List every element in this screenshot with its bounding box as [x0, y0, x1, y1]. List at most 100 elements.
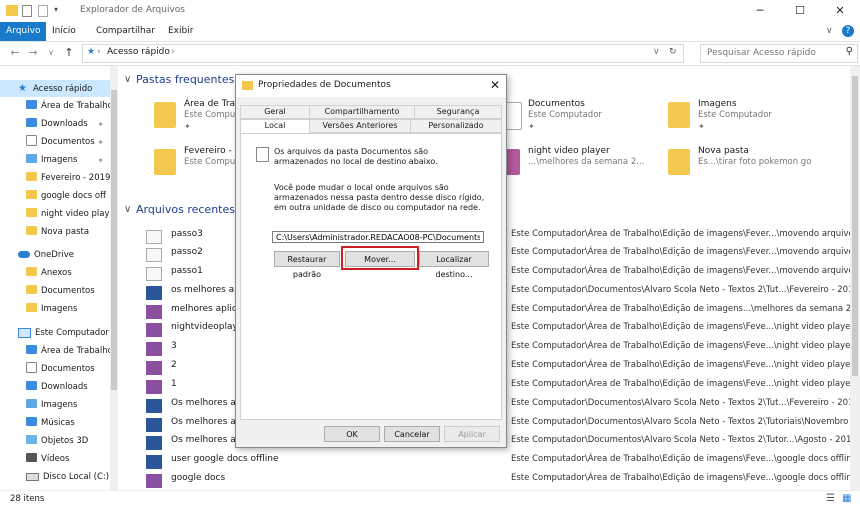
tab-versoes-anteriores[interactable]: Versões Anteriores: [309, 119, 411, 133]
tab-compartilhar[interactable]: Compartilhar: [96, 22, 155, 41]
nav-item-area-de-trabalho[interactable]: Área de Trabalho ✦: [0, 98, 118, 115]
search-box[interactable]: ⚲: [700, 44, 858, 63]
image-icon: [146, 323, 162, 337]
nav-item-fevereiro[interactable]: Fevereiro - 2019: [0, 170, 118, 187]
folder-icon: [26, 190, 37, 199]
nav-item-documentos[interactable]: Documentos ✦: [0, 134, 118, 151]
tab-compartilhamento[interactable]: Compartilhamento: [309, 105, 415, 119]
recent-files-header[interactable]: Arquivos recentes (2: [136, 203, 250, 216]
location-path-field[interactable]: [272, 231, 484, 243]
pin-icon: ✦: [97, 138, 104, 147]
nav-item-imagens[interactable]: Imagens ✦: [0, 152, 118, 169]
content-scrollbar-thumb[interactable]: [852, 76, 858, 376]
image-icon: [146, 305, 162, 319]
image-icon: [146, 474, 162, 488]
documents-icon: [256, 147, 269, 162]
highlight-box: [341, 246, 419, 270]
pin-icon: ✦: [698, 122, 705, 131]
navigation-pane: ★ Acesso rápido Área de Trabalho ✦ Downloa…: [0, 66, 118, 490]
new-folder-icon[interactable]: [38, 5, 48, 17]
download-icon: [26, 118, 37, 127]
nav-item-nova-pasta[interactable]: Nova pasta: [0, 224, 118, 241]
nav-item-acesso-rapido[interactable]: ★ Acesso rápido: [0, 80, 118, 97]
up-arrow-icon[interactable]: ↑: [62, 45, 76, 61]
music-icon: [26, 417, 37, 426]
download-icon: [26, 381, 37, 390]
nav-item-videos[interactable]: Vídeos: [0, 451, 118, 468]
frequent-item[interactable]: Nova pasta Es...\tirar foto pokemon go: [668, 145, 828, 185]
close-button[interactable]: ✕: [820, 0, 860, 22]
nav-item-pc-downloads[interactable]: Downloads: [0, 379, 118, 396]
pin-icon: ✦: [97, 156, 104, 165]
search-input[interactable]: [705, 47, 839, 59]
breadcrumb-chevron-icon[interactable]: ›: [97, 47, 101, 57]
window-title: Explorador de Arquivos: [80, 5, 185, 15]
tab-arquivo[interactable]: Arquivo: [0, 22, 47, 41]
nav-item-google-docs-offline[interactable]: google docs off: [0, 188, 118, 205]
properties-icon[interactable]: [22, 5, 32, 17]
expand-ribbon-icon[interactable]: ∨: [826, 22, 833, 41]
nav-item-anexos[interactable]: Anexos: [0, 265, 118, 282]
apply-button[interactable]: Aplicar: [444, 426, 500, 442]
tab-inicio[interactable]: Início: [52, 22, 76, 41]
frequent-item[interactable]: night video player ...\melhores da seman…: [498, 145, 658, 185]
address-bar[interactable]: ★ › Acesso rápido › ∨ ↻: [82, 44, 684, 63]
computer-icon: [18, 327, 31, 338]
nav-item-musicas[interactable]: Músicas: [0, 415, 118, 432]
tab-exibir[interactable]: Exibir: [168, 22, 193, 41]
location-description-text: Você pode mudar o local onde arquivos sã…: [274, 183, 485, 212]
pin-icon: ✦: [528, 122, 535, 131]
content-scrollbar[interactable]: [850, 66, 860, 490]
breadcrumb-acesso-rapido[interactable]: Acesso rápido: [107, 47, 170, 57]
breadcrumb-chevron-icon[interactable]: ›: [171, 47, 175, 57]
pictures-icon: [26, 154, 37, 163]
refresh-icon[interactable]: ↻: [669, 47, 677, 57]
tab-personalizado[interactable]: Personalizado: [410, 119, 502, 133]
frequent-item[interactable]: Imagens Este Computador ✦: [668, 98, 828, 138]
tiles-view-icon[interactable]: ▦: [842, 493, 851, 504]
table-row[interactable]: user google docs offline Este Computador\…: [146, 452, 857, 469]
nav-item-pc-documentos[interactable]: Documentos: [0, 361, 118, 378]
tab-local[interactable]: Local: [240, 119, 310, 133]
word-icon: [146, 286, 162, 300]
address-dropdown-icon[interactable]: ∨: [653, 47, 660, 57]
table-row[interactable]: google docs Este Computador\Área de Traba…: [146, 471, 857, 488]
nav-item-onedrive-imagens[interactable]: Imagens: [0, 301, 118, 318]
restore-default-button[interactable]: Restaurar padrão: [274, 251, 340, 279]
find-target-button[interactable]: Localizar destino...: [419, 251, 489, 279]
folder-icon: [26, 267, 37, 276]
details-view-icon[interactable]: ☰: [826, 493, 835, 504]
collapse-frequent-icon[interactable]: ∨: [124, 74, 131, 85]
nav-item-onedrive-documentos[interactable]: Documentos: [0, 283, 118, 300]
cancel-button[interactable]: Cancelar: [384, 426, 440, 442]
recent-locations-icon[interactable]: ∨: [44, 45, 58, 61]
search-icon[interactable]: ⚲: [846, 46, 853, 57]
ribbon-tabs: Arquivo Início Compartilhar Exibir ∨ ?: [0, 22, 860, 42]
help-icon[interactable]: ?: [842, 25, 854, 37]
tab-seguranca[interactable]: Segurança: [414, 105, 502, 119]
minimize-button[interactable]: ─: [740, 0, 780, 22]
nav-item-objetos-3d[interactable]: Objetos 3D: [0, 433, 118, 450]
collapse-recent-icon[interactable]: ∨: [124, 204, 131, 215]
tab-geral[interactable]: Geral: [240, 105, 310, 119]
file-icon: [146, 248, 162, 262]
nav-item-disco-local[interactable]: Disco Local (C:): [0, 469, 118, 486]
nav-scrollbar[interactable]: [110, 66, 118, 490]
folder-icon: [6, 5, 18, 16]
nav-item-night-video-player[interactable]: night video play: [0, 206, 118, 223]
maximize-button[interactable]: ☐: [780, 0, 820, 22]
folder-icon: [26, 285, 37, 294]
quick-access-dropdown-icon[interactable]: ▾: [54, 5, 66, 16]
back-arrow-icon[interactable]: ←: [8, 45, 22, 61]
nav-item-pc-imagens[interactable]: Imagens: [0, 397, 118, 414]
frequent-item[interactable]: Documentos Este Computador ✦: [498, 98, 658, 138]
nav-item-este-computador[interactable]: Este Computador: [0, 325, 118, 342]
folder-icon: [26, 226, 37, 235]
ok-button[interactable]: OK: [324, 426, 380, 442]
nav-item-pc-area-de-trabalho[interactable]: Área de Trabalho: [0, 343, 118, 360]
forward-arrow-icon[interactable]: →: [26, 45, 40, 61]
nav-scrollbar-thumb[interactable]: [111, 90, 117, 390]
dialog-close-button[interactable]: ✕: [490, 78, 500, 92]
nav-item-downloads[interactable]: Downloads ✦: [0, 116, 118, 133]
nav-item-onedrive[interactable]: OneDrive: [0, 247, 118, 264]
